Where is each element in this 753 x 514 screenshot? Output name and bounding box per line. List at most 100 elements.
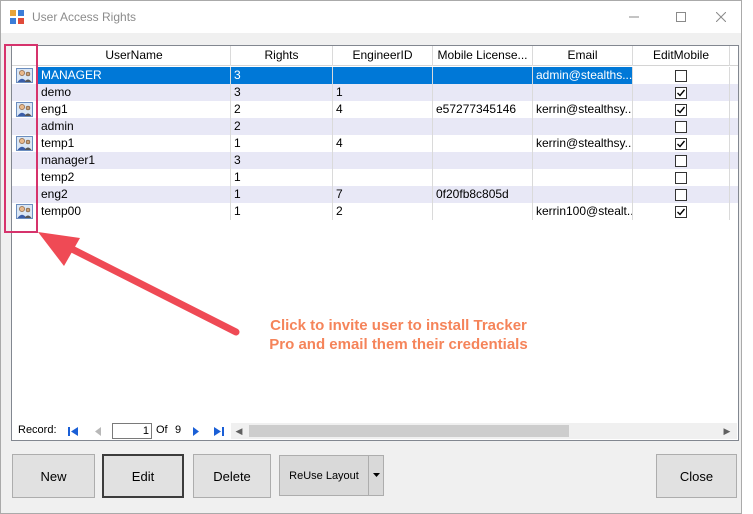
record-navigator: Record: Of 9 ◀ ▶: [13, 422, 737, 440]
mobile-license-cell[interactable]: [433, 135, 533, 152]
column-header-mobile-license[interactable]: Mobile License...: [433, 46, 533, 66]
horizontal-scrollbar[interactable]: ◀ ▶: [231, 423, 737, 439]
column-header-editmobile[interactable]: EditMobile: [633, 46, 730, 66]
edit-mobile-checkbox[interactable]: [675, 86, 687, 99]
last-record-icon: [214, 426, 224, 436]
rights-cell[interactable]: 3: [231, 84, 333, 101]
close-button[interactable]: Close: [656, 454, 737, 498]
edit-mobile-checkbox[interactable]: [675, 171, 687, 184]
invite-user-button[interactable]: [12, 203, 38, 220]
scroll-left-icon[interactable]: ◀: [231, 423, 247, 439]
edit-mobile-checkbox[interactable]: [675, 120, 687, 133]
invite-user-button[interactable]: [12, 135, 38, 152]
mobile-license-cell[interactable]: [433, 152, 533, 169]
invite-user-button[interactable]: [12, 101, 38, 118]
scrollbar-thumb[interactable]: [249, 425, 569, 437]
scroll-right-icon[interactable]: ▶: [719, 423, 735, 439]
table-row[interactable]: temp00 1 2 kerrin100@stealt...: [12, 203, 738, 220]
table-row[interactable]: temp1 1 4 kerrin@stealthsy...: [12, 135, 738, 152]
reuse-layout-dropdown[interactable]: [368, 455, 384, 496]
edit-button[interactable]: Edit: [102, 454, 184, 498]
mobile-license-cell[interactable]: [433, 118, 533, 135]
table-row[interactable]: MANAGER 3 admin@stealths...: [12, 67, 738, 84]
email-cell[interactable]: kerrin100@stealt...: [533, 203, 633, 220]
engineer-id-cell[interactable]: [333, 118, 433, 135]
edit-mobile-checkbox[interactable]: [675, 188, 687, 201]
column-header-username[interactable]: UserName: [38, 46, 231, 66]
username-cell[interactable]: manager1: [38, 152, 231, 169]
rights-cell[interactable]: 3: [231, 152, 333, 169]
username-cell[interactable]: temp1: [38, 135, 231, 152]
mobile-license-cell[interactable]: e57277345146: [433, 101, 533, 118]
column-header-email[interactable]: Email: [533, 46, 633, 66]
chevron-down-icon: [372, 473, 380, 477]
username-cell[interactable]: eng1: [38, 101, 231, 118]
reuse-layout-button[interactable]: ReUse Layout: [279, 455, 369, 496]
table-row[interactable]: demo 3 1: [12, 84, 738, 101]
email-cell[interactable]: [533, 152, 633, 169]
rights-cell[interactable]: 2: [231, 101, 333, 118]
users-grid[interactable]: UserName Rights EngineerID Mobile Licens…: [11, 45, 739, 441]
email-cell[interactable]: kerrin@stealthsy...: [533, 101, 633, 118]
mobile-license-cell[interactable]: [433, 169, 533, 186]
username-cell[interactable]: admin: [38, 118, 231, 135]
last-record-button[interactable]: [210, 423, 228, 439]
rights-cell[interactable]: 1: [231, 169, 333, 186]
edit-mobile-checkbox[interactable]: [675, 205, 687, 218]
mobile-license-cell[interactable]: [433, 203, 533, 220]
engineer-id-cell[interactable]: 4: [333, 101, 433, 118]
table-row[interactable]: temp2 1: [12, 169, 738, 186]
edit-mobile-checkbox[interactable]: [675, 103, 687, 116]
close-window-button[interactable]: [698, 1, 744, 33]
previous-record-button[interactable]: [89, 423, 107, 439]
username-cell[interactable]: MANAGER: [38, 67, 231, 84]
next-record-button[interactable]: [187, 423, 205, 439]
engineer-id-cell[interactable]: [333, 152, 433, 169]
edit-mobile-checkbox[interactable]: [675, 69, 687, 82]
delete-button[interactable]: Delete: [193, 454, 271, 498]
mobile-license-cell[interactable]: [433, 84, 533, 101]
rights-cell[interactable]: 2: [231, 118, 333, 135]
table-row[interactable]: manager1 3: [12, 152, 738, 169]
checkmark-icon: [677, 140, 686, 148]
next-record-icon: [193, 426, 199, 436]
username-cell[interactable]: demo: [38, 84, 231, 101]
table-row[interactable]: eng1 2 4 e57277345146 kerrin@stealthsy...: [12, 101, 738, 118]
rights-cell[interactable]: 1: [231, 135, 333, 152]
column-header-rights[interactable]: Rights: [231, 46, 333, 66]
mobile-license-cell[interactable]: 0f20fb8c805d: [433, 186, 533, 203]
rights-cell[interactable]: 1: [231, 203, 333, 220]
email-cell[interactable]: admin@stealths...: [533, 67, 633, 84]
engineer-id-cell[interactable]: 1: [333, 84, 433, 101]
edit-mobile-cell: [633, 186, 730, 203]
username-cell[interactable]: eng2: [38, 186, 231, 203]
edit-mobile-checkbox[interactable]: [675, 137, 687, 150]
username-cell[interactable]: temp00: [38, 203, 231, 220]
title-bar: User Access Rights: [1, 1, 741, 33]
edit-mobile-cell: [633, 101, 730, 118]
user-access-rights-window: User Access Rights UserName Rights Engin…: [0, 0, 742, 514]
engineer-id-cell[interactable]: [333, 169, 433, 186]
email-cell[interactable]: [533, 118, 633, 135]
minimize-button[interactable]: [611, 1, 657, 33]
table-row[interactable]: admin 2: [12, 118, 738, 135]
engineer-id-cell[interactable]: [333, 67, 433, 84]
email-cell[interactable]: [533, 186, 633, 203]
email-cell[interactable]: kerrin@stealthsy...: [533, 135, 633, 152]
engineer-id-cell[interactable]: 2: [333, 203, 433, 220]
email-cell[interactable]: [533, 169, 633, 186]
current-record-input[interactable]: [112, 423, 152, 439]
new-button[interactable]: New: [12, 454, 95, 498]
column-header-engineerid[interactable]: EngineerID: [333, 46, 433, 66]
rights-cell[interactable]: 3: [231, 67, 333, 84]
email-cell[interactable]: [533, 84, 633, 101]
username-cell[interactable]: temp2: [38, 169, 231, 186]
mobile-license-cell[interactable]: [433, 67, 533, 84]
engineer-id-cell[interactable]: 7: [333, 186, 433, 203]
first-record-button[interactable]: [64, 423, 82, 439]
table-row[interactable]: eng2 1 7 0f20fb8c805d: [12, 186, 738, 203]
edit-mobile-checkbox[interactable]: [675, 154, 687, 167]
rights-cell[interactable]: 1: [231, 186, 333, 203]
engineer-id-cell[interactable]: 4: [333, 135, 433, 152]
invite-user-button[interactable]: [12, 67, 38, 84]
